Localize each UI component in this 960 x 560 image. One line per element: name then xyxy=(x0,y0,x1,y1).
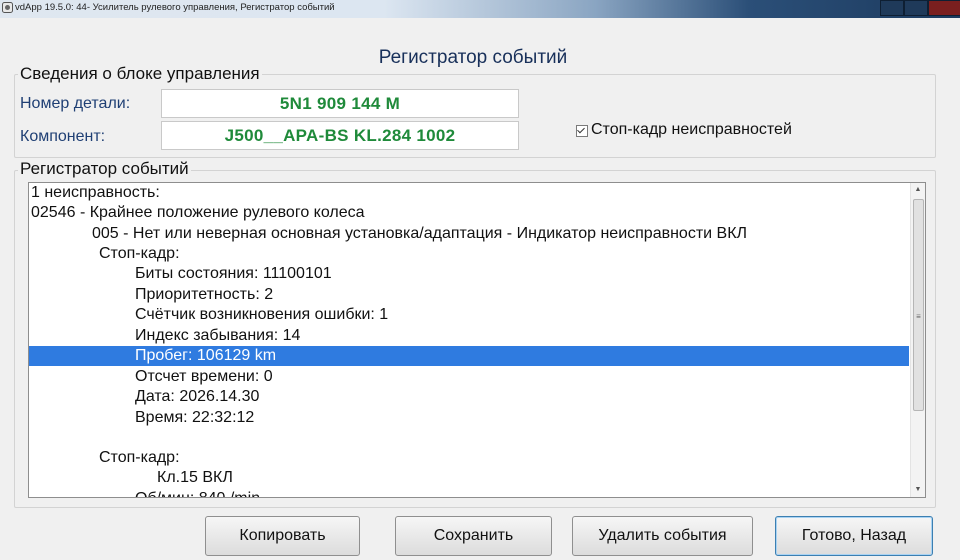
log-line[interactable]: 1 неисправность: xyxy=(31,183,160,203)
part-number-field: 5N1 909 144 M xyxy=(161,89,519,118)
component-label: Компонент: xyxy=(20,128,106,145)
log-line[interactable]: Приоритетность: 2 xyxy=(135,285,273,305)
close-button[interactable] xyxy=(928,0,960,16)
window-title: vdApp 19.5.0: 44- Усилитель рулевого упр… xyxy=(15,2,335,13)
window-titlebar: vdApp 19.5.0: 44- Усилитель рулевого упр… xyxy=(0,0,960,18)
delete-events-button[interactable]: Удалить события xyxy=(572,516,753,556)
component-field: J500__APA-BS KL.284 1002 xyxy=(161,121,519,150)
scroll-grip-icon: ≡ xyxy=(916,312,921,321)
freeze-frame-checkbox-label[interactable]: Стоп-кадр неисправностей xyxy=(591,121,792,139)
log-line[interactable]: Об/мин: 840 /min xyxy=(135,489,260,497)
log-scrollbar[interactable]: ▲ ≡ ▼ xyxy=(910,183,925,497)
scroll-up-arrow-icon[interactable]: ▲ xyxy=(911,183,925,197)
minimize-button[interactable] xyxy=(880,0,904,16)
save-button[interactable]: Сохранить xyxy=(395,516,552,556)
app-icon xyxy=(2,2,13,13)
maximize-button[interactable] xyxy=(904,0,928,16)
log-line[interactable]: 005 - Нет или неверная основная установк… xyxy=(92,224,747,244)
freeze-frame-checkbox[interactable] xyxy=(576,125,588,137)
log-line[interactable]: Стоп-кадр: xyxy=(99,448,180,468)
log-line-selected[interactable]: Пробег: 106129 km xyxy=(135,346,276,366)
copy-button[interactable]: Копировать xyxy=(205,516,360,556)
scroll-thumb[interactable]: ≡ xyxy=(913,199,924,411)
log-line[interactable]: Стоп-кадр: xyxy=(99,244,180,264)
event-log-listbox[interactable]: 1 неисправность: 02546 - Крайнее положен… xyxy=(28,182,926,498)
log-line[interactable]: Кл.15 ВКЛ xyxy=(157,468,233,488)
log-line[interactable]: Индекс забывания: 14 xyxy=(135,326,300,346)
done-back-button[interactable]: Готово, Назад xyxy=(775,516,933,556)
log-line[interactable]: Дата: 2026.14.30 xyxy=(135,387,259,407)
event-log-group-label: Регистратор событий xyxy=(18,159,191,179)
part-number-label: Номер детали: xyxy=(20,95,131,112)
log-line[interactable]: Счётчик возникновения ошибки: 1 xyxy=(135,305,388,325)
scroll-down-arrow-icon[interactable]: ▼ xyxy=(911,483,925,497)
ecu-info-group-label: Сведения о блоке управления xyxy=(18,64,262,84)
log-line[interactable]: Время: 22:32:12 xyxy=(135,408,254,428)
log-line[interactable]: 02546 - Крайнее положение рулевого колес… xyxy=(31,203,365,223)
log-line[interactable]: Биты состояния: 11100101 xyxy=(135,264,332,284)
log-line[interactable]: Отсчет времени: 0 xyxy=(135,367,273,387)
